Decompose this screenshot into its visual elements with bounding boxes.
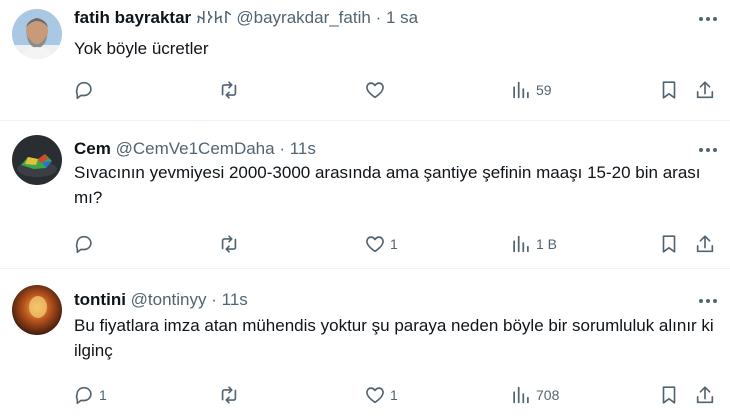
- analytics-bars-icon: [513, 81, 529, 99]
- tweet-text: Yok böyle ücretler: [74, 39, 209, 58]
- reply-button[interactable]: 1: [73, 383, 107, 407]
- share-upload-icon: [696, 235, 714, 253]
- display-name[interactable]: fatih bayraktar: [74, 8, 191, 27]
- share-upload-icon: [696, 386, 714, 404]
- more-dots-icon[interactable]: [696, 9, 720, 29]
- tweet-header: fatih bayraktar 𐰃𐱅𐰆𐰴 @bayrakdar_fatih · …: [74, 7, 418, 29]
- reply-bubble-icon: [75, 235, 92, 254]
- display-name[interactable]: Cem: [74, 139, 111, 158]
- tweet-header: tontini @tontinyy · 11s: [74, 289, 248, 311]
- timestamp[interactable]: 11s: [222, 290, 248, 309]
- bookmark-button[interactable]: [658, 383, 680, 407]
- like-button[interactable]: 1: [364, 383, 398, 407]
- handle[interactable]: @tontinyy: [131, 290, 207, 309]
- handle[interactable]: @CemVe1CemDaha: [116, 139, 275, 158]
- views-button[interactable]: 1 B: [510, 232, 557, 256]
- bookmark-icon: [662, 81, 676, 99]
- share-button[interactable]: [694, 78, 716, 102]
- retweet-button[interactable]: [218, 232, 244, 256]
- tweet-text: Sıvacının yevmiyesi 2000-3000 arasında a…: [74, 163, 701, 207]
- share-button[interactable]: [694, 232, 716, 256]
- heart-icon: [366, 82, 384, 99]
- reply-button[interactable]: [73, 78, 99, 102]
- analytics-bars-icon: [513, 235, 529, 253]
- handle[interactable]: @bayrakdar_fatih: [236, 8, 370, 27]
- share-upload-icon: [696, 81, 714, 99]
- bookmark-icon: [662, 235, 676, 253]
- retweet-button[interactable]: [218, 383, 244, 407]
- retweet-icon: [221, 386, 237, 404]
- more-dots-icon[interactable]: [696, 140, 720, 160]
- name-badge: 𐰃𐱅𐰆𐰴: [195, 8, 232, 27]
- bookmark-icon: [662, 386, 676, 404]
- action-bar: 1 1 B: [0, 232, 730, 256]
- action-bar: 59: [0, 78, 730, 102]
- reply-bubble-icon: [75, 386, 92, 405]
- tweet-3[interactable]: tontini @tontinyy · 11s Bu fiyatlara imz…: [0, 269, 730, 420]
- more-dots-icon[interactable]: [696, 291, 720, 311]
- like-button[interactable]: 1: [364, 232, 398, 256]
- view-count: 59: [536, 82, 552, 98]
- heart-icon: [366, 387, 384, 404]
- tweet-2[interactable]: Cem @CemVe1CemDaha · 11s Sıvacının yevmi…: [0, 121, 730, 269]
- avatar[interactable]: [12, 135, 62, 185]
- view-count: 708: [536, 387, 560, 403]
- action-bar: 1 1 708: [0, 383, 730, 407]
- heart-icon: [366, 236, 384, 253]
- share-button[interactable]: [694, 383, 716, 407]
- separator-dot: ·: [211, 290, 217, 309]
- bookmark-button[interactable]: [658, 78, 680, 102]
- views-button[interactable]: 59: [510, 78, 552, 102]
- like-count: 1: [390, 387, 398, 403]
- reply-button[interactable]: [73, 232, 99, 256]
- view-count: 1 B: [536, 236, 558, 252]
- tweet-text: Bu fiyatlara imza atan mühendis yoktur ş…: [74, 316, 714, 360]
- reply-count: 1: [99, 387, 107, 403]
- reply-bubble-icon: [75, 81, 92, 100]
- retweet-icon: [221, 81, 237, 99]
- avatar[interactable]: [12, 285, 62, 335]
- analytics-bars-icon: [513, 386, 529, 404]
- timestamp[interactable]: 11s: [290, 139, 316, 158]
- retweet-icon: [221, 235, 237, 253]
- like-count: 1: [390, 236, 398, 252]
- like-button[interactable]: [364, 78, 390, 102]
- views-button[interactable]: 708: [510, 383, 559, 407]
- bookmark-button[interactable]: [658, 232, 680, 256]
- tweet-header: Cem @CemVe1CemDaha · 11s: [74, 138, 316, 160]
- timestamp[interactable]: 1 sa: [386, 8, 418, 27]
- display-name[interactable]: tontini: [74, 290, 126, 309]
- avatar[interactable]: [12, 9, 62, 59]
- retweet-button[interactable]: [218, 78, 244, 102]
- tweet-1[interactable]: fatih bayraktar 𐰃𐱅𐰆𐰴 @bayrakdar_fatih · …: [0, 0, 730, 121]
- separator-dot: ·: [375, 8, 382, 27]
- separator-dot: ·: [279, 139, 285, 158]
